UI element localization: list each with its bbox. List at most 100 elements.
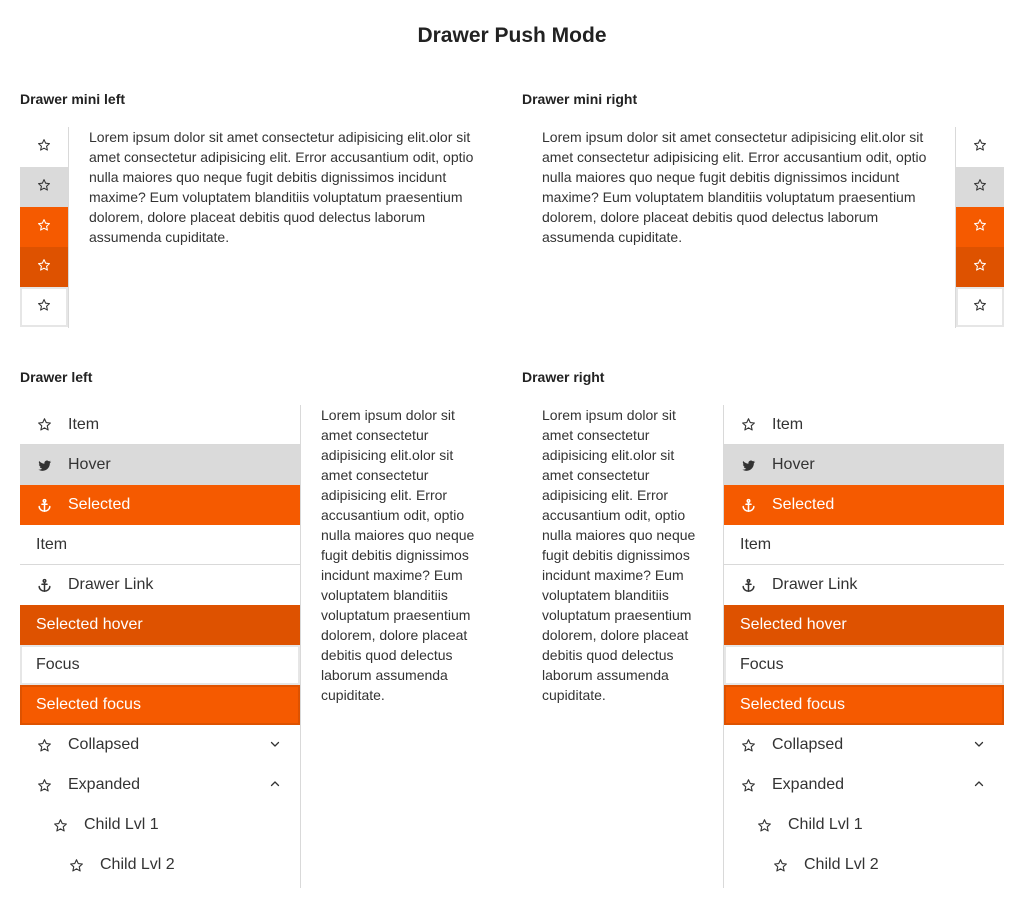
drawer-item-selected-focus[interactable]: Selected focus xyxy=(724,685,1004,725)
drawer-item-label: Drawer Link xyxy=(772,576,858,593)
drawer-left-content-text: Lorem ipsum dolor sit amet consectetur a… xyxy=(321,407,475,703)
drawer-item-label: Expanded xyxy=(772,776,845,793)
drawer-item-label: Collapsed xyxy=(68,736,140,753)
star-icon xyxy=(973,178,987,197)
drawer-item-label: Selected focus xyxy=(740,696,845,713)
mini-left-item-selected-hover[interactable] xyxy=(20,247,68,287)
drawer-item-label: Focus xyxy=(740,656,784,673)
mini-right-item-selected-hover[interactable] xyxy=(956,247,1004,287)
star-icon xyxy=(37,138,51,157)
star-icon xyxy=(756,858,804,873)
anchor-icon xyxy=(724,498,772,513)
drawer-right: Item Hover Selected Item Drawer Link Sel… xyxy=(723,405,1004,888)
drawer-item-expanded[interactable]: Expanded xyxy=(20,765,300,805)
drawer-item-label: Selected hover xyxy=(740,616,847,633)
drawer-item-hover[interactable]: Hover xyxy=(20,445,300,485)
drawer-item-focus[interactable]: Focus xyxy=(724,645,1004,685)
drawer-item-label: Item xyxy=(772,415,804,433)
drawer-item-expanded[interactable]: Expanded xyxy=(724,765,1004,805)
drawer-item-label: Drawer Link xyxy=(68,576,154,593)
drawer-item-label: Expanded xyxy=(68,776,141,793)
chevron-down-icon[interactable] xyxy=(268,737,282,751)
drawer-item[interactable]: Item xyxy=(20,405,300,445)
mini-right-item-focus[interactable] xyxy=(956,287,1004,327)
page-title: Drawer Push Mode xyxy=(417,24,607,47)
drawer-item-label: Item xyxy=(740,535,772,553)
star-icon xyxy=(724,738,772,753)
drawer-item-collapsed[interactable]: Collapsed xyxy=(724,725,1004,765)
drawer-item-label: Item xyxy=(36,535,68,553)
twitter-icon xyxy=(724,458,772,473)
mini-right-title: Drawer mini right xyxy=(522,91,638,107)
drawer-item-focus[interactable]: Focus xyxy=(20,645,300,685)
drawer-item-child-lvl-2[interactable]: Child Lvl 2 xyxy=(724,845,1004,885)
drawer-right-content-text: Lorem ipsum dolor sit amet consectetur a… xyxy=(542,407,696,703)
drawer-item-label: Child Lvl 2 xyxy=(804,856,879,873)
drawer-item-label: Child Lvl 1 xyxy=(788,816,863,833)
drawer-item-selected-hover[interactable]: Selected hover xyxy=(724,605,1004,645)
drawer-item-child-lvl-2[interactable]: Child Lvl 2 xyxy=(20,845,300,885)
mini-left-item-hover[interactable] xyxy=(20,167,68,207)
star-icon xyxy=(973,138,987,157)
drawer-item-label: Selected xyxy=(68,496,131,513)
mini-right-item-default[interactable] xyxy=(956,127,1004,167)
star-icon xyxy=(973,218,987,237)
drawer-item-label: Selected focus xyxy=(36,696,141,713)
drawer-item-selected-focus[interactable]: Selected focus xyxy=(20,685,300,725)
drawer-link[interactable]: Drawer Link xyxy=(724,565,1004,605)
star-icon xyxy=(20,778,68,793)
mini-left-item-default[interactable] xyxy=(20,127,68,167)
drawer-item[interactable]: Item xyxy=(724,405,1004,445)
mini-right-item-selected[interactable] xyxy=(956,207,1004,247)
star-icon xyxy=(20,417,68,432)
drawer-right-title: Drawer right xyxy=(522,369,605,385)
mini-left-title: Drawer mini left xyxy=(20,91,126,107)
drawer-item-label: Hover xyxy=(68,456,111,473)
star-icon xyxy=(973,298,987,317)
star-icon xyxy=(37,178,51,197)
drawer-item-child-lvl-1[interactable]: Child Lvl 1 xyxy=(724,805,1004,845)
drawer-item-label: Child Lvl 2 xyxy=(100,856,175,873)
star-icon xyxy=(52,858,100,873)
star-icon xyxy=(37,298,51,317)
chevron-up-icon[interactable] xyxy=(972,777,986,791)
anchor-icon xyxy=(724,578,772,593)
drawer-link[interactable]: Drawer Link xyxy=(20,565,300,605)
twitter-icon xyxy=(20,458,68,473)
drawer-item-label: Selected xyxy=(772,496,835,513)
chevron-down-icon[interactable] xyxy=(972,737,986,751)
drawer-item-no-icon[interactable]: Item xyxy=(724,525,1004,565)
anchor-icon xyxy=(20,578,68,593)
mini-left-content-text: Lorem ipsum dolor sit amet consectetur a… xyxy=(89,129,474,245)
mini-left-item-selected[interactable] xyxy=(20,207,68,247)
star-icon xyxy=(724,778,772,793)
drawer-item-label: Hover xyxy=(772,456,815,473)
star-icon xyxy=(37,258,51,277)
mini-right-item-hover[interactable] xyxy=(956,167,1004,207)
drawer-item-collapsed[interactable]: Collapsed xyxy=(20,725,300,765)
anchor-icon xyxy=(20,498,68,513)
star-icon xyxy=(36,818,84,833)
star-icon xyxy=(724,417,772,432)
mini-drawer-right xyxy=(955,127,1004,328)
drawer-item-selected[interactable]: Selected xyxy=(724,485,1004,525)
drawer-left: Item Hover Selected Item Drawer Link Sel… xyxy=(20,405,301,888)
mini-drawer-left xyxy=(20,127,69,328)
drawer-left-title: Drawer left xyxy=(20,369,93,385)
drawer-item-label: Item xyxy=(68,415,100,433)
drawer-item-child-lvl-1[interactable]: Child Lvl 1 xyxy=(20,805,300,845)
mini-right-content-text: Lorem ipsum dolor sit amet consectetur a… xyxy=(542,129,927,245)
star-icon xyxy=(37,218,51,237)
drawer-item-label: Child Lvl 1 xyxy=(84,816,159,833)
star-icon xyxy=(20,738,68,753)
drawer-item-label: Collapsed xyxy=(772,736,844,753)
star-icon xyxy=(740,818,788,833)
chevron-up-icon[interactable] xyxy=(268,777,282,791)
mini-left-item-focus[interactable] xyxy=(20,287,68,327)
drawer-item-no-icon[interactable]: Item xyxy=(20,525,300,565)
drawer-item-selected-hover[interactable]: Selected hover xyxy=(20,605,300,645)
drawer-item-label: Selected hover xyxy=(36,616,143,633)
drawer-item-selected[interactable]: Selected xyxy=(20,485,300,525)
star-icon xyxy=(973,258,987,277)
drawer-item-hover[interactable]: Hover xyxy=(724,445,1004,485)
